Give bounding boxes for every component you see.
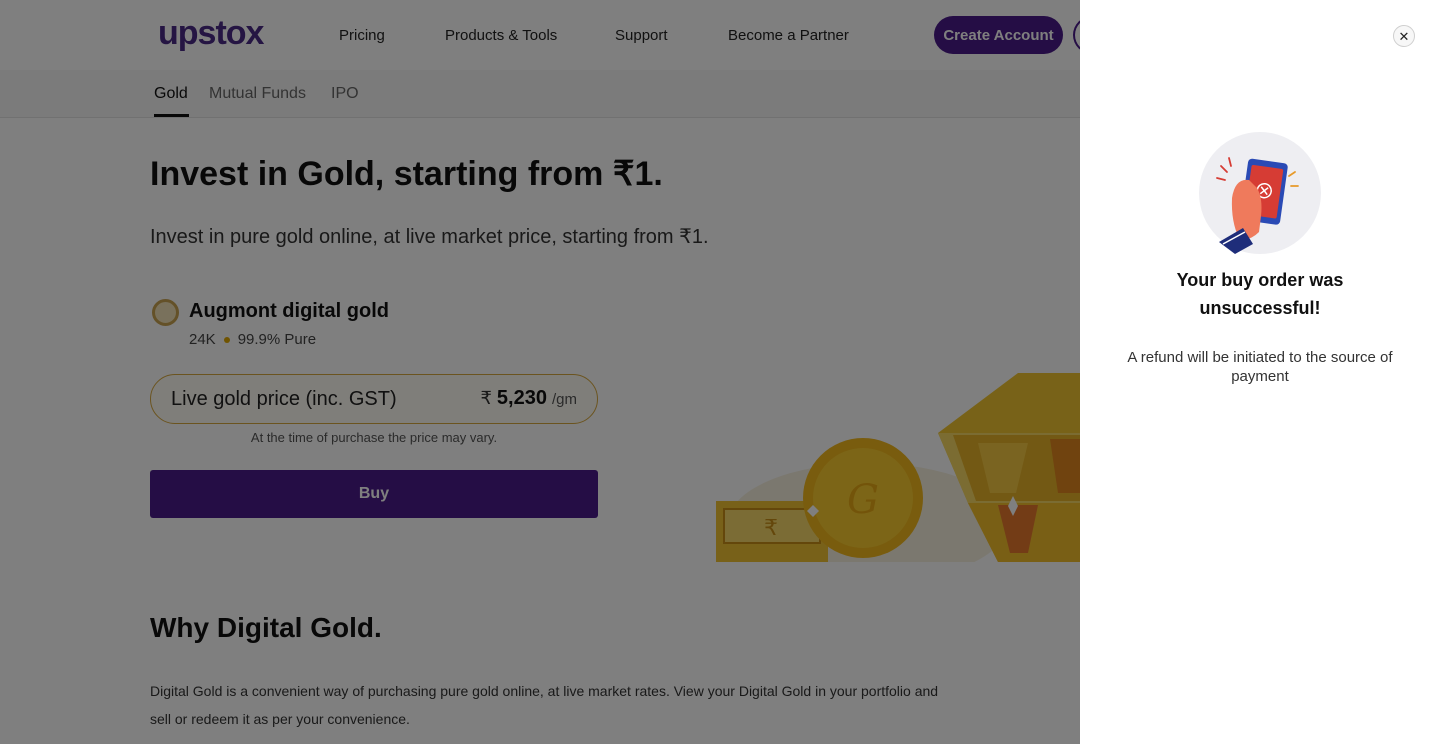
- order-status-title: Your buy order was unsuccessful!: [1176, 270, 1344, 318]
- failed-payment-phone-icon: [1199, 132, 1321, 254]
- close-icon[interactable]: ✕: [1393, 25, 1415, 47]
- modal-backdrop[interactable]: [0, 0, 1080, 744]
- order-status-drawer: ✕ Your buy order was unsuccessful! A ref…: [1080, 0, 1440, 744]
- refund-message: A refund will be initiated to the source…: [1127, 349, 1393, 385]
